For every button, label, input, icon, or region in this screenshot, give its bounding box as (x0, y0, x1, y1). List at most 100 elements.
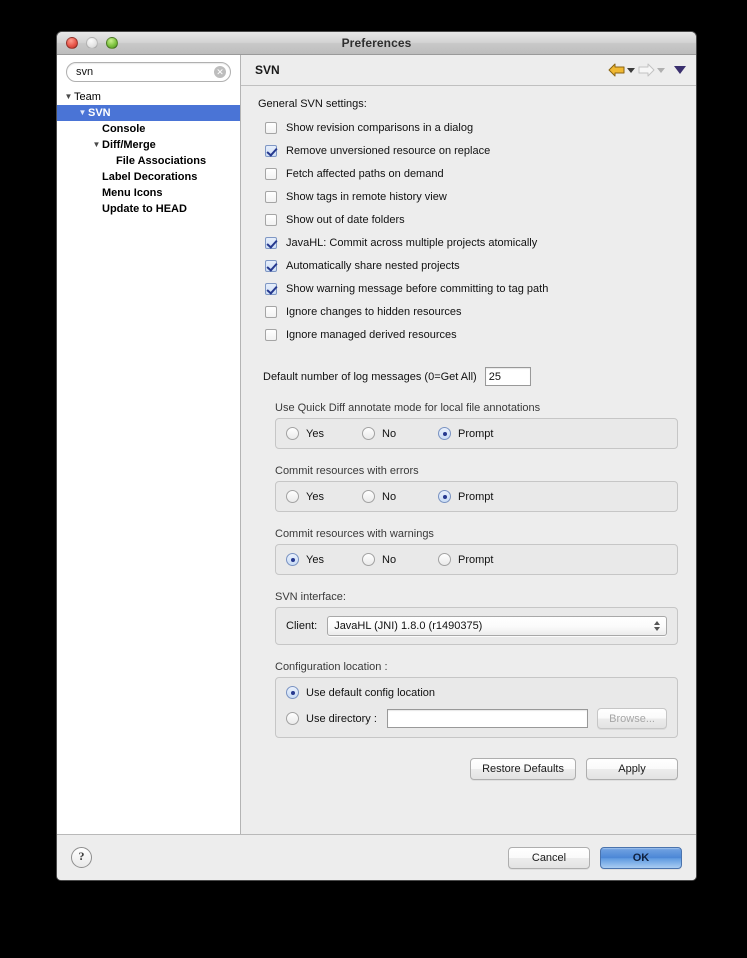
search-input[interactable] (66, 62, 231, 82)
checkbox-row[interactable]: Show revision comparisons in a dialog (257, 119, 678, 136)
radio-group-list: Use Quick Diff annotate mode for local f… (257, 386, 678, 575)
client-select-value: JavaHL (JNI) 1.8.0 (r1490375) (334, 620, 483, 632)
help-button[interactable]: ? (71, 847, 92, 868)
checkbox-row[interactable]: Show tags in remote history view (257, 188, 678, 205)
log-messages-input[interactable] (484, 367, 531, 386)
use-default-config-row[interactable]: Use default config location (286, 686, 667, 699)
tree-item-label-decorations[interactable]: Label Decorations (57, 169, 240, 185)
use-directory-row: Use directory : Browse... (286, 708, 667, 729)
radio-selected-icon[interactable] (286, 553, 299, 566)
apply-button[interactable]: Apply (586, 758, 678, 780)
radio-option-label: Yes (306, 553, 324, 566)
radio-option[interactable]: Prompt (438, 427, 493, 440)
directory-input[interactable] (386, 709, 589, 728)
radio-group-box: Yes No Prompt (275, 481, 678, 512)
restore-defaults-button[interactable]: Restore Defaults (470, 758, 576, 780)
radio-option-row: Yes No Prompt (286, 427, 667, 440)
cancel-button[interactable]: Cancel (508, 846, 590, 869)
tree-item-file-associations[interactable]: File Associations (57, 153, 240, 169)
radio-group-title: Commit resources with warnings (275, 528, 434, 540)
tree-item-menu-icons[interactable]: Menu Icons (57, 185, 240, 201)
checkbox-checked-icon[interactable] (265, 144, 277, 157)
use-default-config-label: Use default config location (306, 686, 436, 699)
radio-unselected-icon[interactable] (286, 427, 299, 440)
tree-twisty-icon[interactable]: ▼ (63, 93, 74, 101)
tree-twisty-icon[interactable]: ▼ (91, 141, 102, 149)
radio-group-title: Use Quick Diff annotate mode for local f… (275, 402, 541, 414)
checkbox-label: Remove unversioned resource on replace (286, 144, 491, 157)
use-directory-radio[interactable] (286, 712, 299, 725)
radio-group-box: Yes No Prompt (275, 418, 678, 449)
radio-option-row: Yes No Prompt (286, 553, 667, 566)
maximize-window-icon[interactable] (106, 37, 118, 49)
back-dropdown-caret-icon[interactable] (627, 67, 635, 73)
minimize-window-icon[interactable] (86, 37, 98, 49)
radio-option[interactable]: No (362, 553, 428, 566)
svn-settings-form: General SVN settings: Show revision comp… (241, 86, 696, 834)
checkbox-row[interactable]: JavaHL: Commit across multiple projects … (257, 234, 678, 251)
tree-item-team[interactable]: ▼ Team (57, 89, 240, 105)
page-header: SVN (241, 55, 696, 86)
tree-item-svn[interactable]: ▼ SVN (57, 105, 240, 121)
radio-option[interactable]: Yes (286, 427, 352, 440)
radio-option-label: No (382, 490, 397, 503)
checkbox-row[interactable]: Show warning message before committing t… (257, 280, 678, 297)
radio-option[interactable]: Prompt (438, 553, 493, 566)
clear-search-icon[interactable]: ✕ (214, 66, 226, 78)
radio-unselected-icon[interactable] (286, 490, 299, 503)
close-window-icon[interactable] (66, 37, 78, 49)
client-select-stepper-icon (654, 621, 660, 631)
checkbox-checked-icon[interactable] (265, 259, 277, 272)
forward-arrow-icon (638, 63, 655, 77)
tree-item-console[interactable]: Console (57, 121, 240, 137)
radio-group: Commit resources with errors Yes No Prompt (275, 465, 678, 512)
radio-selected-icon[interactable] (438, 427, 451, 440)
checkbox-unchecked-icon[interactable] (265, 328, 277, 341)
checkbox-row[interactable]: Show out of date folders (257, 211, 678, 228)
checkbox-unchecked-icon[interactable] (265, 305, 277, 318)
checkbox-row[interactable]: Remove unversioned resource on replace (257, 142, 678, 159)
radio-unselected-icon[interactable] (362, 490, 375, 503)
radio-option[interactable]: Yes (286, 553, 352, 566)
checkbox-row[interactable]: Ignore managed derived resources (257, 326, 678, 343)
use-default-config-radio[interactable] (286, 686, 299, 699)
tree-item-label: SVN (88, 107, 111, 119)
browse-button[interactable]: Browse... (597, 708, 667, 729)
forward-dropdown-caret-icon[interactable] (657, 67, 665, 73)
radio-option[interactable]: Prompt (438, 490, 493, 503)
checkbox-unchecked-icon[interactable] (265, 121, 277, 134)
checkbox-unchecked-icon[interactable] (265, 167, 277, 180)
dialog-footer: ? Cancel OK (57, 834, 696, 880)
radio-unselected-icon[interactable] (438, 553, 451, 566)
radio-unselected-icon[interactable] (362, 427, 375, 440)
radio-option[interactable]: No (362, 427, 428, 440)
checkbox-checked-icon[interactable] (265, 282, 277, 295)
client-select[interactable]: JavaHL (JNI) 1.8.0 (r1490375) (327, 616, 667, 636)
radio-selected-icon[interactable] (438, 490, 451, 503)
checkbox-label: Ignore managed derived resources (286, 328, 457, 341)
radio-unselected-icon[interactable] (362, 553, 375, 566)
back-button[interactable] (608, 63, 635, 77)
radio-option[interactable]: Yes (286, 490, 352, 503)
checkbox-row[interactable]: Ignore changes to hidden resources (257, 303, 678, 320)
window-titlebar: Preferences (57, 32, 696, 55)
page-menu-caret-icon[interactable] (674, 66, 686, 74)
checkbox-unchecked-icon[interactable] (265, 190, 277, 203)
config-location-group: Configuration location : Use default con… (275, 661, 678, 738)
general-settings-checkbox-list: Show revision comparisons in a dialog Rem… (257, 119, 678, 349)
tree-item-diff-merge[interactable]: ▼ Diff/Merge (57, 137, 240, 153)
client-row: Client: JavaHL (JNI) 1.8.0 (r1490375) (286, 616, 667, 636)
checkbox-unchecked-icon[interactable] (265, 213, 277, 226)
forward-button[interactable] (638, 63, 665, 77)
checkbox-checked-icon[interactable] (265, 236, 277, 249)
tree-twisty-icon[interactable]: ▼ (77, 109, 88, 117)
tree-item-update-to-head[interactable]: Update to HEAD (57, 201, 240, 217)
ok-button[interactable]: OK (600, 846, 682, 869)
radio-option[interactable]: No (362, 490, 428, 503)
checkbox-row[interactable]: Fetch affected paths on demand (257, 165, 678, 182)
svn-interface-title: SVN interface: (275, 591, 346, 603)
window-controls (66, 37, 118, 49)
checkbox-label: JavaHL: Commit across multiple projects … (286, 236, 538, 249)
log-messages-row: Default number of log messages (0=Get Al… (263, 367, 678, 386)
checkbox-row[interactable]: Automatically share nested projects (257, 257, 678, 274)
